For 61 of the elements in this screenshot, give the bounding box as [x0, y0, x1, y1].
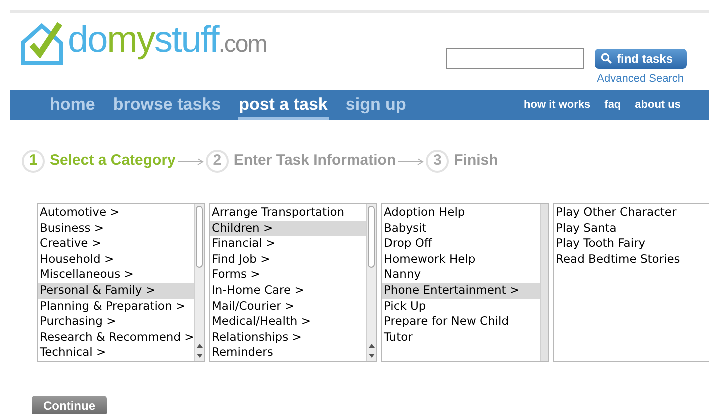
- list-option[interactable]: Pick Up: [382, 298, 540, 314]
- scroll-thumb[interactable]: [368, 206, 375, 268]
- category-list[interactable]: Automotive > Business > Creative > Household > Miscellaneous > Personal & Family > Planning & Preparation > Purchasing > Research & Recommend > Technical >: [37, 203, 205, 362]
- arrow-icon: [178, 158, 204, 166]
- list-option[interactable]: Automotive >: [38, 205, 194, 221]
- nav-link[interactable]: how it works: [524, 96, 591, 114]
- scrollbar[interactable]: [366, 204, 376, 361]
- category-list[interactable]: Arrange Transportation Children > Financial > Find Job > Forms > In-Home Care > Mail/Courier > Medical/Health > Relationships > Reminders: [209, 203, 377, 362]
- list-option[interactable]: Personal & Family >: [38, 282, 194, 299]
- list-option[interactable]: Business >: [38, 220, 194, 236]
- scroll-thumb[interactable]: [196, 206, 203, 268]
- logo-wordmark: domystuff.com: [68, 20, 267, 62]
- continue-button[interactable]: Continue: [32, 396, 107, 414]
- list-option[interactable]: Relationships >: [210, 330, 366, 346]
- list-option[interactable]: Tutor: [382, 330, 540, 346]
- step-number: 2: [206, 150, 229, 172]
- step-number: 3: [426, 150, 450, 172]
- list-option[interactable]: Research & Recommend >: [38, 330, 194, 346]
- search-icon: [601, 53, 612, 64]
- list-option[interactable]: Read Bedtime Stories: [554, 252, 709, 268]
- category-list[interactable]: Play Other Character Play Santa Play Tooth Fairy Read Bedtime Stories: [553, 203, 709, 362]
- list-option[interactable]: Financial >: [210, 236, 366, 252]
- scrollbar[interactable]: [194, 204, 204, 361]
- list-option[interactable]: Medical/Health >: [210, 314, 366, 330]
- category-list[interactable]: Adoption Help Babysit Drop Off Homework Help Nanny Phone Entertainment > Pick Up Prepare for New Child Tutor: [381, 203, 549, 362]
- list-option[interactable]: Forms >: [210, 267, 366, 283]
- step-number: 1: [22, 150, 45, 172]
- scroll-arrows-icon[interactable]: [368, 343, 374, 359]
- step-label: Finish: [454, 150, 498, 171]
- advanced-search-link[interactable]: Advanced Search: [597, 71, 684, 88]
- arrow-icon: [398, 158, 424, 166]
- scroll-arrows-icon[interactable]: [196, 343, 202, 359]
- list-option[interactable]: Reminders: [210, 345, 366, 361]
- list-option[interactable]: Find Job >: [210, 252, 366, 268]
- list-option[interactable]: Play Tooth Fairy: [554, 236, 709, 252]
- nav-link[interactable]: about us: [635, 96, 681, 114]
- list-option[interactable]: Homework Help: [382, 252, 540, 268]
- list-option[interactable]: Play Other Character: [554, 205, 709, 221]
- list-option[interactable]: Technical >: [38, 345, 194, 361]
- list-option[interactable]: Drop Off: [382, 236, 540, 252]
- list-option[interactable]: Play Santa: [554, 220, 709, 236]
- list-option[interactable]: Creative >: [38, 236, 194, 252]
- list-option[interactable]: Babysit: [382, 220, 540, 236]
- list-option[interactable]: In-Home Care >: [210, 282, 366, 299]
- list-option[interactable]: Planning & Preparation >: [38, 298, 194, 314]
- list-option[interactable]: Miscellaneous >: [38, 267, 194, 283]
- list-option[interactable]: Mail/Courier >: [210, 298, 366, 314]
- search-field[interactable]: [446, 48, 584, 69]
- list-option[interactable]: Children >: [210, 220, 366, 236]
- list-option[interactable]: Adoption Help: [382, 205, 540, 221]
- nav-link[interactable]: faq: [604, 96, 622, 114]
- list-option[interactable]: Purchasing >: [38, 314, 194, 330]
- list-option[interactable]: Phone Entertainment >: [382, 282, 540, 299]
- list-option[interactable]: Prepare for New Child: [382, 314, 540, 330]
- step-label: Enter Task Information: [234, 150, 396, 171]
- list-option[interactable]: Arrange Transportation: [210, 205, 366, 221]
- list-option[interactable]: Nanny: [382, 267, 540, 283]
- step-label: Select a Category: [50, 150, 176, 171]
- list-option[interactable]: Household >: [38, 252, 194, 268]
- find-tasks-button[interactable]: find tasks: [595, 48, 687, 68]
- nav-tab[interactable]: post a task: [238, 90, 329, 120]
